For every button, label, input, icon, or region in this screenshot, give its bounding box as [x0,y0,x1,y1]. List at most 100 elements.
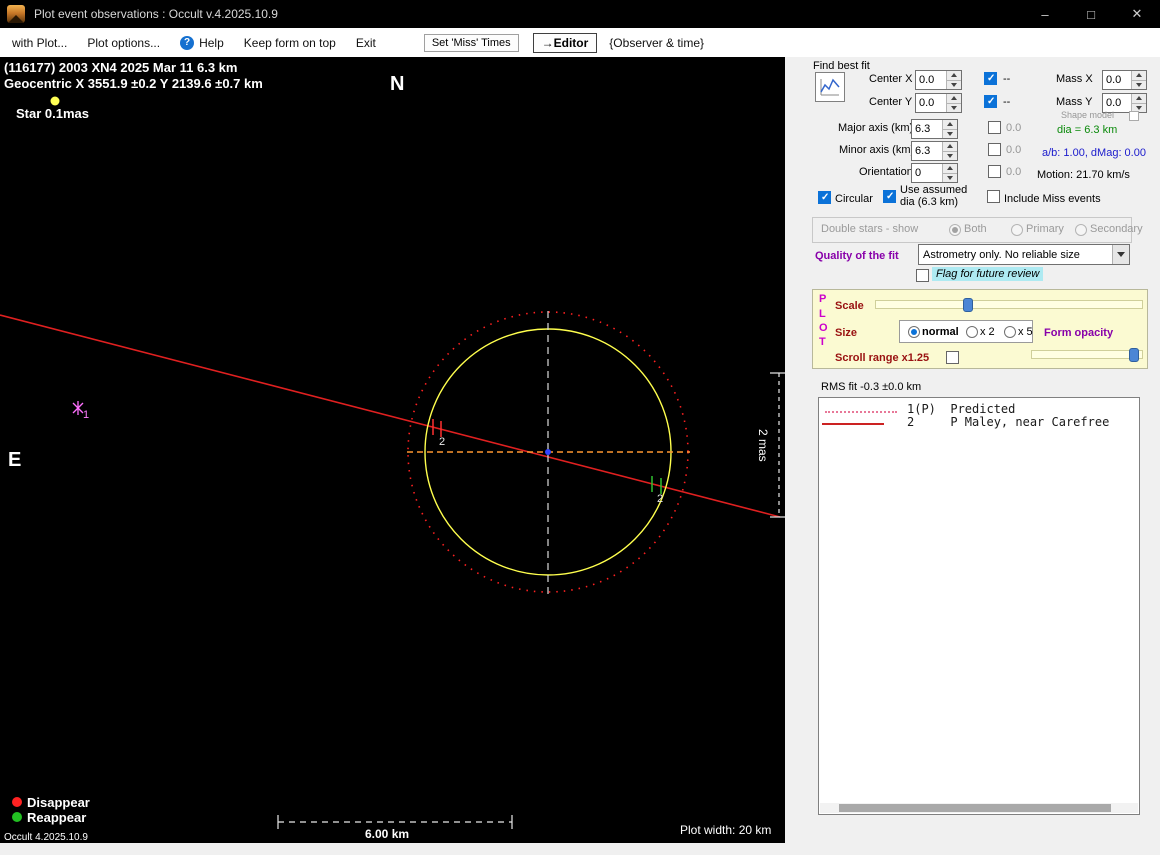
orientation-aux-value: 0.0 [1006,166,1021,178]
circular-label: Circular [835,193,873,205]
flag-review-checkbox[interactable] [916,269,929,282]
plot-letter-p: P [819,293,826,305]
major-axis-aux-value: 0.0 [1006,122,1021,134]
double-stars-primary-label: Primary [1026,223,1064,235]
legend-reappear-dot [12,812,22,822]
orientation-value[interactable]: 0 [912,164,942,182]
dropdown-arrow-icon[interactable] [1112,245,1129,264]
major-axis-label: Major axis (km) [838,122,913,134]
orientation-spin-buttons[interactable] [942,164,957,182]
chord-line[interactable] [0,315,780,517]
scale-slider-thumb[interactable] [963,298,973,312]
plot-title-line2: Geocentric X 3551.9 ±0.2 Y 2139.6 ±0.7 k… [4,76,263,91]
double-stars-both-radio [949,224,961,236]
size-x5-label: x 5 [1018,326,1033,338]
plot-letter-l: L [819,308,826,320]
chord1-number: 1 [83,409,89,421]
major-axis-spinner[interactable]: 6.3 [911,119,958,139]
plot-canvas[interactable] [0,57,785,843]
scroll-range-slider-track[interactable] [1031,350,1143,359]
center-y-spin-buttons[interactable] [946,94,961,112]
use-assumed-label-line2: dia (6.3 km) [900,196,958,208]
close-button[interactable]: ✕ [1114,0,1160,28]
scale-slider-track[interactable] [875,300,1143,309]
north-label: N [390,73,404,96]
observations-listbox[interactable]: 1(P) Predicted 2 P Maley, near Carefree [818,397,1140,815]
quality-of-fit-dropdown[interactable]: Astrometry only. No reliable size [918,244,1130,265]
menu-exit[interactable]: Exit [356,36,376,50]
minor-axis-spinner[interactable]: 6.3 [911,141,958,161]
scroll-range-slider-thumb[interactable] [1129,348,1139,362]
scrollbar-thumb[interactable] [839,804,1111,812]
include-miss-label: Include Miss events [1004,193,1101,205]
list-item[interactable]: 2 P Maley, near Carefree [819,410,1139,424]
shape-model-checkbox[interactable] [1129,111,1139,121]
km-scale-label: 6.00 km [365,827,409,841]
motion-info: Motion: 21.70 km/s [1037,169,1130,181]
chord1-asterisk-marker [73,401,83,415]
dia-info: dia = 6.3 km [1057,124,1117,136]
chord2-disappear-number: 2 [439,436,445,448]
mass-x-spinner[interactable]: 0.0 [1102,70,1147,90]
editor-button[interactable]: →Editor [533,33,598,53]
center-x-spin-buttons[interactable] [946,71,961,89]
major-axis-spin-buttons[interactable] [942,120,957,138]
occult-version-label: Occult 4.2025.10.9 [4,832,88,843]
minor-axis-aux-checkbox[interactable] [988,143,1001,156]
size-normal-radio[interactable] [908,326,920,338]
size-normal-label: normal [922,326,959,338]
scroll-range-checkbox[interactable] [946,351,959,364]
minor-axis-aux-value: 0.0 [1006,144,1021,156]
minor-axis-value[interactable]: 6.3 [912,142,942,160]
menu-keep-form-on-top[interactable]: Keep form on top [244,36,336,50]
center-y-value[interactable]: 0.0 [916,94,946,112]
center-y-lock-checkbox[interactable] [984,95,997,108]
menu-plot-options[interactable]: Plot options... [87,36,160,50]
form-opacity-label[interactable]: Form opacity [1044,327,1113,339]
size-x5-radio[interactable] [1004,326,1016,338]
include-miss-checkbox[interactable] [987,190,1000,203]
horizontal-scrollbar[interactable] [820,803,1138,813]
major-axis-aux-checkbox[interactable] [988,121,1001,134]
mass-x-label: Mass X [1056,73,1093,85]
orientation-aux-checkbox[interactable] [988,165,1001,178]
scroll-range-slider[interactable] [1031,348,1143,362]
plot-area[interactable]: (116177) 2003 XN4 2025 Mar 11 6.3 km Geo… [0,57,785,843]
mass-x-spin-buttons[interactable] [1131,71,1146,89]
use-assumed-dia-checkbox[interactable] [883,190,896,203]
scroll-range-label: Scroll range x1.25 [835,352,929,364]
center-x-value[interactable]: 0.0 [916,71,946,89]
maximize-button[interactable]: □ [1068,0,1114,28]
center-x-lock-label: -- [1003,73,1010,85]
set-miss-times-button[interactable]: Set 'Miss' Times [424,34,519,52]
observer-time-item[interactable]: {Observer & time} [609,36,704,50]
titlebar: Plot event observations : Occult v.4.202… [0,0,1160,28]
chord2-reappear-number: 2 [657,493,663,505]
ab-dmag-info: a/b: 1.00, dMag: 0.00 [1042,147,1146,159]
scale-label: Scale [835,300,864,312]
double-stars-both-label: Both [964,223,987,235]
rms-fit-label: RMS fit -0.3 ±0.0 km [821,381,921,393]
minimize-button[interactable]: – [1022,0,1068,28]
legend-reappear-label: Reappear [27,810,86,825]
center-y-lock-label: -- [1003,96,1010,108]
menu-with-plot[interactable]: with Plot... [12,36,67,50]
minor-axis-label: Minor axis (km) [839,144,914,156]
minor-axis-spin-buttons[interactable] [942,142,957,160]
size-x2-radio[interactable] [966,326,978,338]
mas-scale-label: 2 mas [756,429,770,462]
mass-y-spin-buttons[interactable] [1131,94,1146,112]
mass-x-value[interactable]: 0.0 [1103,71,1131,89]
circular-checkbox[interactable] [818,191,831,204]
double-stars-primary-radio [1011,224,1023,236]
find-best-fit-button[interactable] [815,72,845,102]
major-axis-value[interactable]: 6.3 [912,120,942,138]
menu-help[interactable]: ? Help [180,36,224,50]
orientation-spinner[interactable]: 0 [911,163,958,183]
center-y-label: Center Y [869,96,912,108]
center-y-spinner[interactable]: 0.0 [915,93,962,113]
scale-slider[interactable] [875,298,1143,312]
center-x-lock-checkbox[interactable] [984,72,997,85]
window-title: Plot event observations : Occult v.4.202… [34,7,278,21]
center-x-spinner[interactable]: 0.0 [915,70,962,90]
